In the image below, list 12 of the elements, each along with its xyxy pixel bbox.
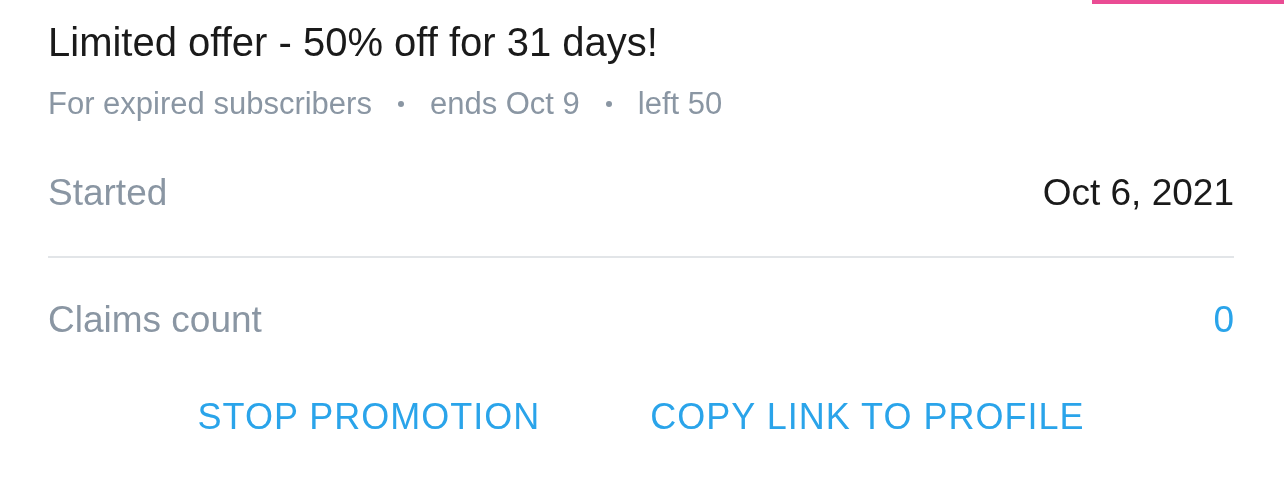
detail-value: Oct 6, 2021 xyxy=(1042,172,1234,214)
claims-link[interactable]: 0 xyxy=(1213,299,1234,341)
offer-detail: For expired subscribers xyxy=(48,86,372,122)
offer-title: Limited offer - 50% off for 31 days! xyxy=(48,19,659,66)
action-button[interactable]: STOP PROMOTION xyxy=(197,396,541,438)
separator-dot-icon xyxy=(605,101,612,107)
action-button[interactable]: COPY LINK TO PROFILE xyxy=(650,396,1085,438)
detail-label: Claims count xyxy=(48,299,262,341)
separator-dot-icon xyxy=(397,101,404,107)
offer-detail: ends Oct 9 xyxy=(429,86,580,122)
detail-label: Started xyxy=(48,172,168,214)
offer-detail: left 50 xyxy=(637,86,723,122)
